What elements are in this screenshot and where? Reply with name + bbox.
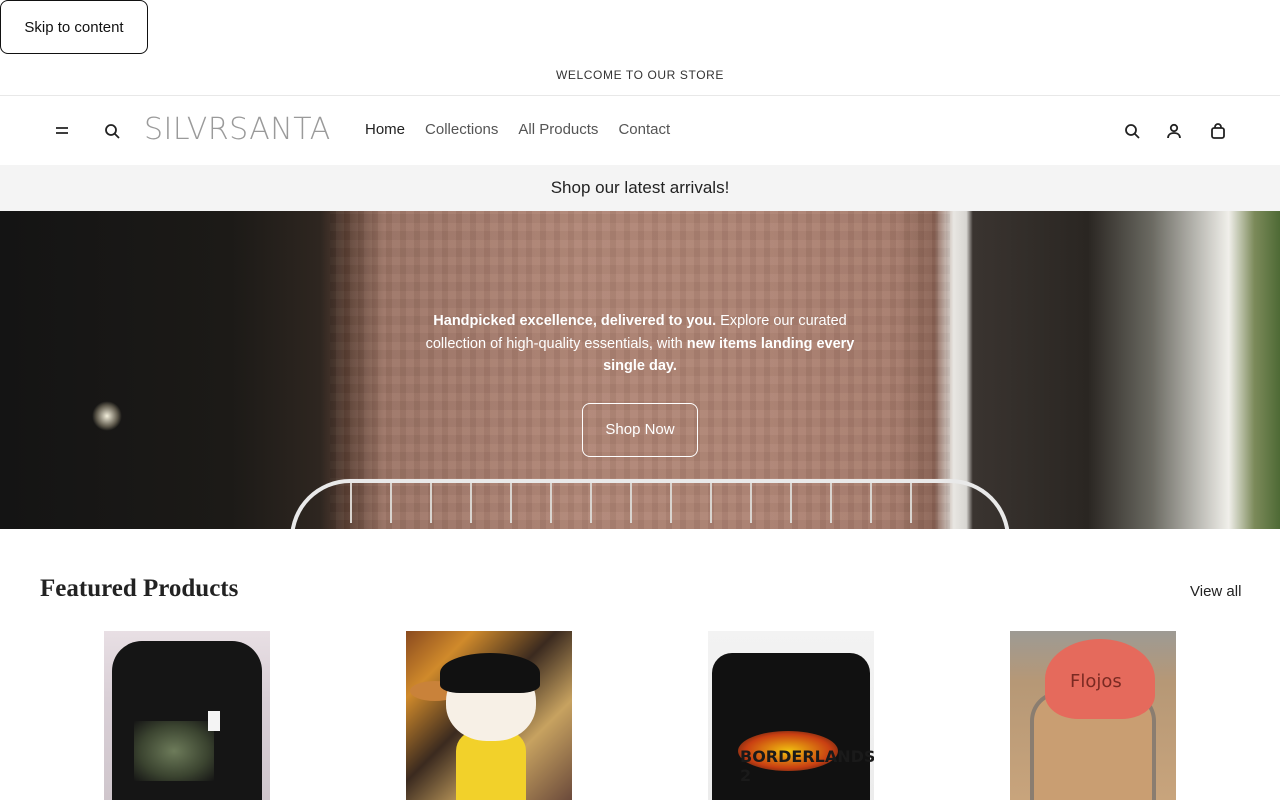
shirt-logo-text: BORDERLANDS 2	[740, 747, 874, 785]
product-card-betty-boop[interactable]	[406, 631, 572, 800]
shop-now-button[interactable]: Shop Now	[582, 402, 698, 457]
announcement-bar: WELCOME TO OUR STORE	[0, 54, 1280, 96]
skip-to-content-link[interactable]: Skip to content	[0, 0, 148, 54]
nav-item-home[interactable]: Home	[365, 121, 405, 138]
promo-text: Shop our latest arrivals!	[550, 178, 730, 197]
main-nav: Home Collections All Products Contact	[365, 121, 670, 138]
hero-light-glow	[92, 401, 122, 431]
product-grid: BORDERLANDS 2 Flojos	[0, 631, 1280, 800]
product-card-sandals[interactable]: Flojos	[1010, 631, 1176, 800]
hanger	[550, 483, 552, 523]
hanger	[790, 483, 792, 523]
hanger	[870, 483, 872, 523]
nav-item-collections[interactable]: Collections	[425, 121, 498, 138]
hoodie-print	[134, 721, 214, 781]
hanger	[750, 483, 752, 523]
announcement-text: WELCOME TO OUR STORE	[555, 67, 725, 82]
product-card-borderlands-shirt[interactable]: BORDERLANDS 2	[708, 631, 874, 800]
hanger	[710, 483, 712, 523]
account-icon[interactable]	[1162, 119, 1186, 143]
nav-item-contact[interactable]: Contact	[618, 121, 670, 138]
hanger	[390, 483, 392, 523]
price-tag	[208, 711, 220, 731]
hero-text: Handpicked excellence, delivered to you.…	[410, 310, 870, 378]
cart-icon[interactable]	[1206, 119, 1230, 143]
site-header: SILVRSANTA Home Collections All Products…	[0, 97, 1280, 165]
product-card-hoodie[interactable]	[104, 631, 270, 800]
hanger	[430, 483, 432, 523]
hanger	[910, 483, 912, 523]
hero-text-bold-1: Handpicked excellence, delivered to you.	[433, 313, 717, 329]
hero-banner: Handpicked excellence, delivered to you.…	[0, 211, 1280, 529]
hanger	[590, 483, 592, 523]
clothing-rack	[290, 479, 1010, 529]
hanger	[470, 483, 472, 523]
view-all-link[interactable]: View all	[1190, 583, 1241, 600]
hanger	[670, 483, 672, 523]
menu-icon[interactable]	[50, 119, 74, 143]
site-logo[interactable]: SILVRSANTA	[144, 113, 331, 147]
hanger	[830, 483, 832, 523]
hanger	[630, 483, 632, 523]
sandal-brand-text: Flojos	[1070, 671, 1122, 692]
nav-item-all-products[interactable]: All Products	[518, 121, 598, 138]
featured-products-title: Featured Products	[40, 575, 239, 602]
betty-dress	[456, 731, 526, 800]
search-icon[interactable]	[100, 119, 124, 143]
promo-banner: Shop our latest arrivals!	[0, 165, 1280, 211]
hanger	[350, 483, 352, 523]
betty-hair	[440, 653, 540, 693]
hanger	[510, 483, 512, 523]
hero-content: Handpicked excellence, delivered to you.…	[410, 310, 870, 457]
search-icon[interactable]	[1120, 119, 1144, 143]
